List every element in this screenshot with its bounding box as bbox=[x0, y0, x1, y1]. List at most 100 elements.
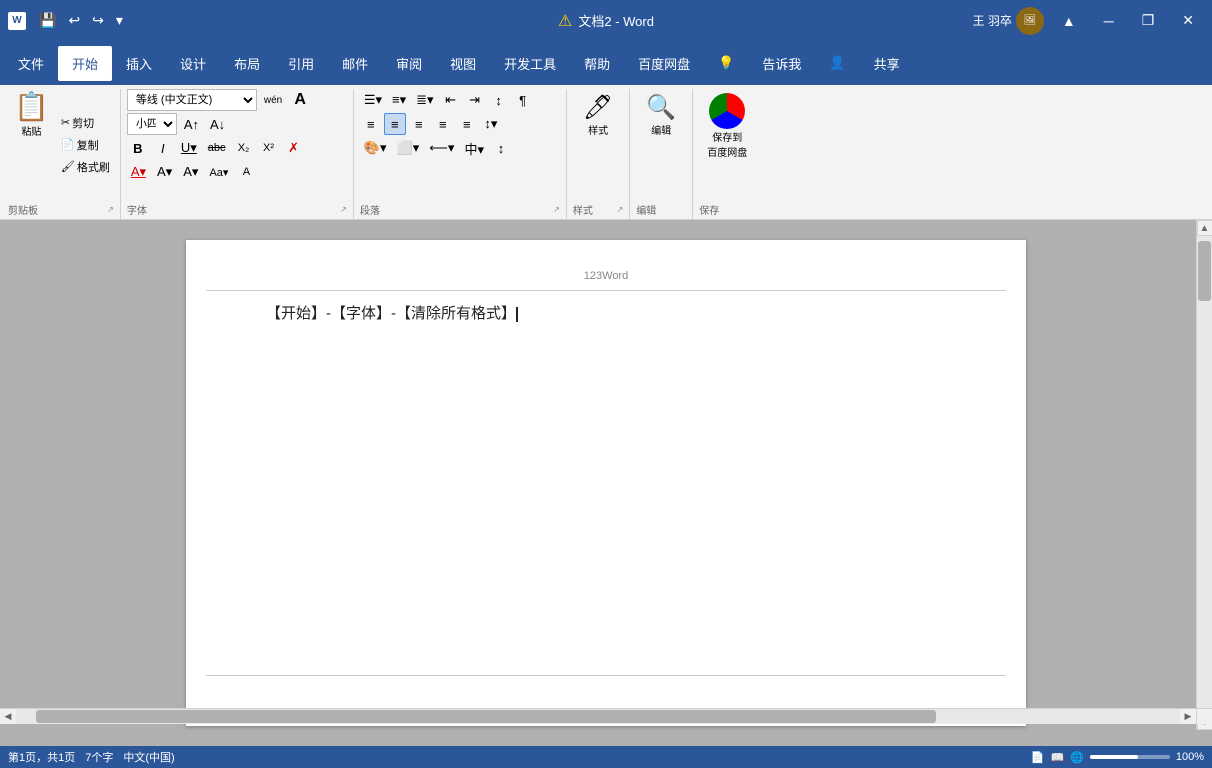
scroll-thumb-h[interactable] bbox=[36, 710, 936, 723]
menu-review[interactable]: 审阅 bbox=[382, 46, 436, 81]
style-expand-icon[interactable]: ↗ bbox=[617, 205, 624, 214]
document-canvas[interactable]: 123Word 【开始】-【字体】-【清除所有格式】 bbox=[0, 220, 1212, 746]
minimize-btn[interactable]: ─ bbox=[1094, 9, 1124, 33]
document-content[interactable]: 【开始】-【字体】-【清除所有格式】 bbox=[266, 300, 946, 327]
clear-format-button[interactable]: ✗ bbox=[283, 137, 305, 159]
scroll-track-h[interactable] bbox=[16, 709, 1180, 724]
align-left-btn[interactable]: ≡ bbox=[360, 113, 382, 135]
save-quick-btn[interactable]: 💾 bbox=[36, 10, 59, 31]
redo-btn[interactable]: ↪ bbox=[89, 10, 107, 31]
styles-button[interactable]: 🖊 样式 bbox=[573, 89, 623, 141]
borders-btn[interactable]: ⬜▾ bbox=[393, 137, 424, 159]
menu-layout[interactable]: 布局 bbox=[220, 46, 274, 81]
bullets-btn[interactable]: ☰▾ bbox=[360, 89, 386, 111]
menu-help[interactable]: 帮助 bbox=[570, 46, 624, 81]
user-name: 王 羽卒 bbox=[973, 12, 1012, 29]
menu-mailings[interactable]: 邮件 bbox=[328, 46, 382, 81]
menu-share[interactable]: 共享 bbox=[860, 46, 914, 81]
view-web-btn[interactable]: 🌐 bbox=[1070, 751, 1084, 764]
char-shading-btn[interactable]: A bbox=[235, 161, 257, 183]
line-spacing-btn[interactable]: ↕▾ bbox=[480, 113, 502, 135]
styles-icon: 🖊 bbox=[583, 93, 613, 122]
superscript-button[interactable]: X² bbox=[258, 137, 280, 159]
avatar[interactable]: 🖼 bbox=[1016, 7, 1044, 35]
title-center: ⚠ 文档2 - Word bbox=[558, 11, 654, 31]
menu-design[interactable]: 设计 bbox=[166, 46, 220, 81]
editing-button[interactable]: 🔍 编辑 bbox=[636, 89, 686, 141]
zoom-slider[interactable] bbox=[1090, 755, 1170, 759]
language: 中文(中国) bbox=[123, 749, 174, 765]
text-case-btn[interactable]: Aa▾ bbox=[205, 161, 232, 183]
scroll-thumb-v[interactable] bbox=[1198, 241, 1211, 301]
shading-btn[interactable]: 🎨▾ bbox=[360, 137, 391, 159]
scroll-track-v[interactable] bbox=[1197, 236, 1212, 714]
menu-references[interactable]: 引用 bbox=[274, 46, 328, 81]
italic-button[interactable]: I bbox=[152, 137, 174, 159]
menu-file[interactable]: 文件 bbox=[4, 46, 58, 81]
view-normal-btn[interactable]: 📄 bbox=[1031, 751, 1045, 764]
decrease-indent-btn[interactable]: ⇤ bbox=[440, 89, 462, 111]
align-center-btn[interactable]: ≡ bbox=[384, 113, 406, 135]
multilevel-btn[interactable]: ≣▾ bbox=[412, 89, 437, 111]
view-read-btn[interactable]: 📖 bbox=[1050, 751, 1064, 764]
font-wenzhi-btn[interactable]: wén bbox=[260, 89, 286, 111]
document-page[interactable]: 123Word 【开始】-【字体】-【清除所有格式】 bbox=[186, 240, 1026, 726]
menu-developer[interactable]: 开发工具 bbox=[490, 46, 570, 81]
customize-quick-access-btn[interactable]: ▾ bbox=[113, 10, 126, 31]
subscript-button[interactable]: X₂ bbox=[233, 137, 255, 159]
ribbon-content: 📋 粘贴 ✂ 剪切 📄 复制 🖌 格式刷 bbox=[0, 85, 1212, 219]
copy-button[interactable]: 📄 复制 bbox=[57, 135, 114, 155]
justify-btn[interactable]: ≡ bbox=[432, 113, 454, 135]
increase-indent-btn[interactable]: ⇥ bbox=[464, 89, 486, 111]
clipboard-expand-icon[interactable]: ↗ bbox=[107, 205, 114, 214]
paragraph-expand-icon[interactable]: ↗ bbox=[553, 205, 560, 214]
font-expand-icon[interactable]: ↗ bbox=[340, 205, 347, 214]
sort-btn[interactable]: ↕ bbox=[488, 89, 510, 111]
font-family-select[interactable]: 等线 (中文正文) bbox=[127, 89, 257, 111]
format-painter-button[interactable]: 🖌 格式刷 bbox=[57, 157, 114, 177]
horizontal-scrollbar[interactable]: ◀ ▶ bbox=[0, 708, 1196, 724]
cut-button[interactable]: ✂ 剪切 bbox=[57, 113, 114, 133]
underline-button[interactable]: U▾ bbox=[177, 137, 201, 159]
menu-insert[interactable]: 插入 bbox=[112, 46, 166, 81]
para-row-3: 🎨▾ ⬜▾ ⟵▾ 中▾ ↕ bbox=[360, 137, 512, 159]
font-size-down-btn[interactable]: A↓ bbox=[206, 113, 229, 135]
paste-icon: 📋 bbox=[14, 93, 49, 121]
ribbon-collapse-btn[interactable]: ▲ bbox=[1052, 9, 1086, 33]
highlight-btn[interactable]: A▾ bbox=[153, 161, 176, 183]
align-right-btn[interactable]: ≡ bbox=[408, 113, 430, 135]
scroll-right-btn[interactable]: ▶ bbox=[1180, 709, 1196, 725]
menu-share-icon[interactable]: 👤 bbox=[815, 47, 859, 79]
save-baidu-button[interactable]: 保存到 百度网盘 bbox=[699, 89, 755, 163]
menu-tell-me[interactable]: 告诉我 bbox=[748, 46, 815, 81]
text-direction-btn[interactable]: ⟵▾ bbox=[425, 137, 458, 159]
distributed-btn[interactable]: ≡ bbox=[456, 113, 478, 135]
font-color-btn[interactable]: A▾ bbox=[127, 161, 150, 183]
chinese-layout-btn[interactable]: 中▾ bbox=[460, 137, 488, 159]
show-marks-btn[interactable]: ¶ bbox=[512, 89, 534, 111]
sort2-btn[interactable]: ↕ bbox=[490, 137, 512, 159]
menu-lightbulb-icon[interactable]: 💡 bbox=[704, 47, 748, 79]
menu-baidu-disk[interactable]: 百度网盘 bbox=[624, 46, 704, 81]
numbering-btn[interactable]: ≡▾ bbox=[388, 89, 410, 111]
clipboard-group-content: 📋 粘贴 ✂ 剪切 📄 复制 🖌 格式刷 bbox=[8, 89, 114, 200]
status-right: 📄 📖 🌐 100% bbox=[1031, 751, 1204, 764]
restore-btn[interactable]: ❐ bbox=[1132, 8, 1165, 33]
font-size-select[interactable]: 小四 bbox=[127, 113, 177, 135]
undo-btn[interactable]: ↩ bbox=[65, 10, 83, 31]
font-row-2: 小四 A↑ A↓ bbox=[127, 113, 229, 135]
menu-view[interactable]: 视图 bbox=[436, 46, 490, 81]
menu-home[interactable]: 开始 bbox=[58, 46, 112, 81]
paste-button[interactable]: 📋 粘贴 bbox=[8, 89, 55, 200]
close-btn[interactable]: ✕ bbox=[1172, 8, 1204, 33]
font-large-a-btn[interactable]: A bbox=[289, 89, 311, 111]
font-size-up-btn[interactable]: A↑ bbox=[180, 113, 203, 135]
bold-button[interactable]: B bbox=[127, 137, 149, 159]
strikethrough-button[interactable]: abc bbox=[204, 137, 230, 159]
scroll-up-btn[interactable]: ▲ bbox=[1197, 220, 1212, 236]
page-footer-rule bbox=[206, 675, 1006, 676]
text-color-btn[interactable]: A▾ bbox=[179, 161, 202, 183]
vertical-scrollbar[interactable]: ▲ ▼ bbox=[1196, 220, 1212, 730]
scroll-left-btn[interactable]: ◀ bbox=[0, 709, 16, 725]
clipboard-group-label: 剪贴板 ↗ bbox=[8, 200, 114, 219]
